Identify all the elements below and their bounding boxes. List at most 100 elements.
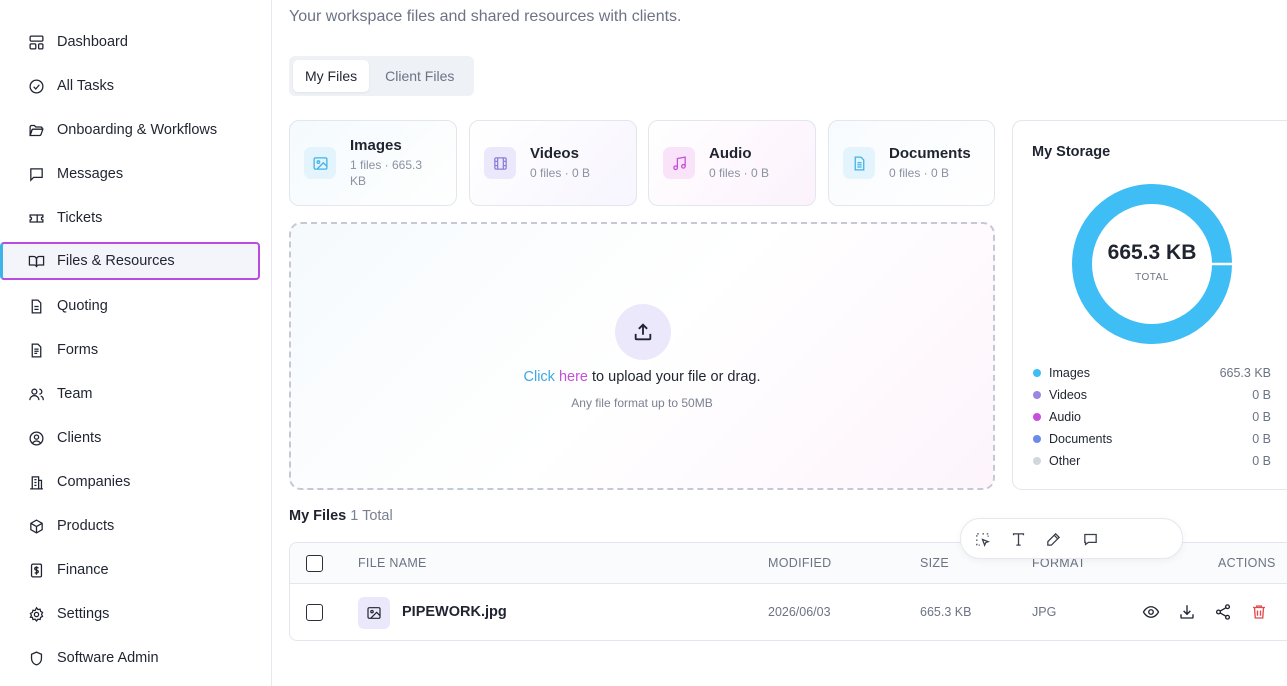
eye-icon xyxy=(1142,606,1160,618)
sidebar-item-label: Software Admin xyxy=(57,650,159,666)
storage-total-label: TOTAL xyxy=(1135,272,1169,283)
column-header-file-name[interactable]: FILE NAME xyxy=(358,556,427,570)
sidebar-item-forms[interactable]: Forms xyxy=(0,331,260,369)
ticket-icon xyxy=(29,213,44,223)
text-icon xyxy=(1012,533,1025,546)
book-open-icon xyxy=(28,255,45,267)
category-card-videos[interactable]: Videos 0 files · 0 B xyxy=(469,120,637,206)
file-tabs: My Files Client Files xyxy=(289,56,474,96)
shield-icon xyxy=(30,650,43,666)
sidebar-item-all-tasks[interactable]: All Tasks xyxy=(0,67,260,105)
sidebar-item-companies[interactable]: Companies xyxy=(0,463,260,501)
upload-hint: Any file format up to 50MB xyxy=(571,396,713,410)
column-header-size[interactable]: SIZE xyxy=(920,556,949,570)
select-tool-button[interactable] xyxy=(974,531,991,548)
column-header-actions: ACTIONS xyxy=(1218,556,1276,570)
sidebar-item-quoting[interactable]: Quoting xyxy=(0,287,260,325)
legend-item-videos: Videos 0 B xyxy=(1033,386,1271,404)
sidebar-item-label: Messages xyxy=(57,166,124,182)
column-header-modified[interactable]: MODIFIED xyxy=(768,556,832,570)
sidebar-item-label: Quoting xyxy=(57,298,108,314)
sidebar-item-onboarding[interactable]: Onboarding & Workflows xyxy=(0,111,260,149)
document-icon xyxy=(843,147,875,179)
pencil-icon xyxy=(1047,532,1061,546)
draw-tool-button[interactable] xyxy=(1045,531,1062,548)
files-heading: My Files 1 Total xyxy=(289,508,393,524)
legend-item-audio: Audio 0 B xyxy=(1033,408,1271,426)
row-checkbox[interactable] xyxy=(306,604,323,621)
legend-dot xyxy=(1033,391,1041,399)
share-button[interactable] xyxy=(1214,603,1232,621)
legend-item-documents: Documents 0 B xyxy=(1033,430,1271,448)
sidebar-item-clients[interactable]: Clients xyxy=(0,419,260,457)
sidebar-item-files-resources[interactable]: Files & Resources xyxy=(0,242,260,280)
category-card-images[interactable]: Images 1 files · 665.3 KB xyxy=(289,120,457,206)
sidebar-item-messages[interactable]: Messages xyxy=(0,155,260,193)
image-icon xyxy=(358,597,390,629)
sidebar-item-label: Clients xyxy=(57,430,102,446)
dashboard-icon xyxy=(29,34,44,50)
user-circle-icon xyxy=(29,430,44,446)
category-subtitle: 1 files · 665.3 KB xyxy=(350,158,423,188)
sidebar-item-label: Onboarding & Workflows xyxy=(57,122,218,138)
files-count: 1 Total xyxy=(350,508,393,524)
sidebar-item-label: Files & Resources xyxy=(57,253,175,269)
legend-dot xyxy=(1033,435,1041,443)
sidebar-item-label: All Tasks xyxy=(57,78,114,94)
upload-dropzone[interactable]: Click here to upload your file or drag. … xyxy=(289,222,995,490)
select-all-checkbox[interactable] xyxy=(306,555,323,572)
category-card-audio[interactable]: Audio 0 files · 0 B xyxy=(648,120,816,206)
dollar-icon xyxy=(30,562,43,578)
sidebar-item-software-admin[interactable]: Software Admin xyxy=(0,639,260,677)
category-title: Videos xyxy=(530,145,579,162)
sidebar-item-label: Dashboard xyxy=(57,34,128,50)
legend-dot xyxy=(1033,369,1041,377)
sidebar: Dashboard All Tasks Onboarding & Workflo… xyxy=(0,0,272,686)
category-subtitle: 0 files · 0 B xyxy=(889,166,950,180)
dashed-select-icon xyxy=(976,533,990,547)
sidebar-item-label: Settings xyxy=(57,606,110,622)
upload-instructions: Click here to upload your file or drag. xyxy=(523,369,761,385)
sidebar-item-tickets[interactable]: Tickets xyxy=(0,199,260,237)
category-title: Images xyxy=(350,137,402,154)
music-icon xyxy=(663,147,695,179)
tab-my-files[interactable]: My Files xyxy=(293,60,370,92)
sidebar-item-settings[interactable]: Settings xyxy=(0,595,260,633)
sidebar-item-label: Companies xyxy=(57,474,131,490)
upload-link[interactable]: Click here xyxy=(524,369,588,385)
download-icon xyxy=(1180,605,1194,619)
legend-item-other: Other 0 B xyxy=(1033,452,1271,470)
legend-item-images: Images 665.3 KB xyxy=(1033,364,1271,382)
storage-total-value: 665.3 KB xyxy=(1107,241,1197,264)
sidebar-item-products[interactable]: Products xyxy=(0,507,260,545)
storage-title: My Storage xyxy=(1032,144,1111,160)
comment-tool-button[interactable] xyxy=(1082,531,1099,548)
comment-icon xyxy=(1084,533,1097,546)
file-format: JPG xyxy=(1032,605,1057,619)
storage-card: My Storage 665.3 KB TOTAL Images 665.3 K… xyxy=(1012,120,1287,490)
text-tool-button[interactable] xyxy=(1010,531,1027,548)
form-icon xyxy=(31,342,42,358)
page-subtitle: Your workspace files and shared resource… xyxy=(289,8,682,25)
sidebar-item-label: Team xyxy=(57,386,93,402)
tab-client-files[interactable]: Client Files xyxy=(373,60,466,92)
category-card-documents[interactable]: Documents 0 files · 0 B xyxy=(828,120,995,206)
users-icon xyxy=(29,388,44,400)
delete-button[interactable] xyxy=(1250,603,1268,621)
document-icon xyxy=(31,298,42,314)
download-button[interactable] xyxy=(1178,603,1196,621)
sidebar-item-label: Forms xyxy=(57,342,99,358)
film-icon xyxy=(484,147,516,179)
file-size: 665.3 KB xyxy=(920,605,972,619)
file-name[interactable]: PIPEWORK.jpg xyxy=(402,604,507,620)
category-title: Documents xyxy=(889,145,971,162)
category-subtitle: 0 files · 0 B xyxy=(530,166,591,180)
view-button[interactable] xyxy=(1142,603,1160,621)
check-circle-icon xyxy=(29,78,44,94)
sidebar-item-label: Tickets xyxy=(57,210,103,226)
sidebar-item-team[interactable]: Team xyxy=(0,375,260,413)
sidebar-item-label: Finance xyxy=(57,562,109,578)
sidebar-item-finance[interactable]: Finance xyxy=(0,551,260,589)
sidebar-item-dashboard[interactable]: Dashboard xyxy=(0,23,260,61)
upload-icon[interactable] xyxy=(615,304,671,360)
